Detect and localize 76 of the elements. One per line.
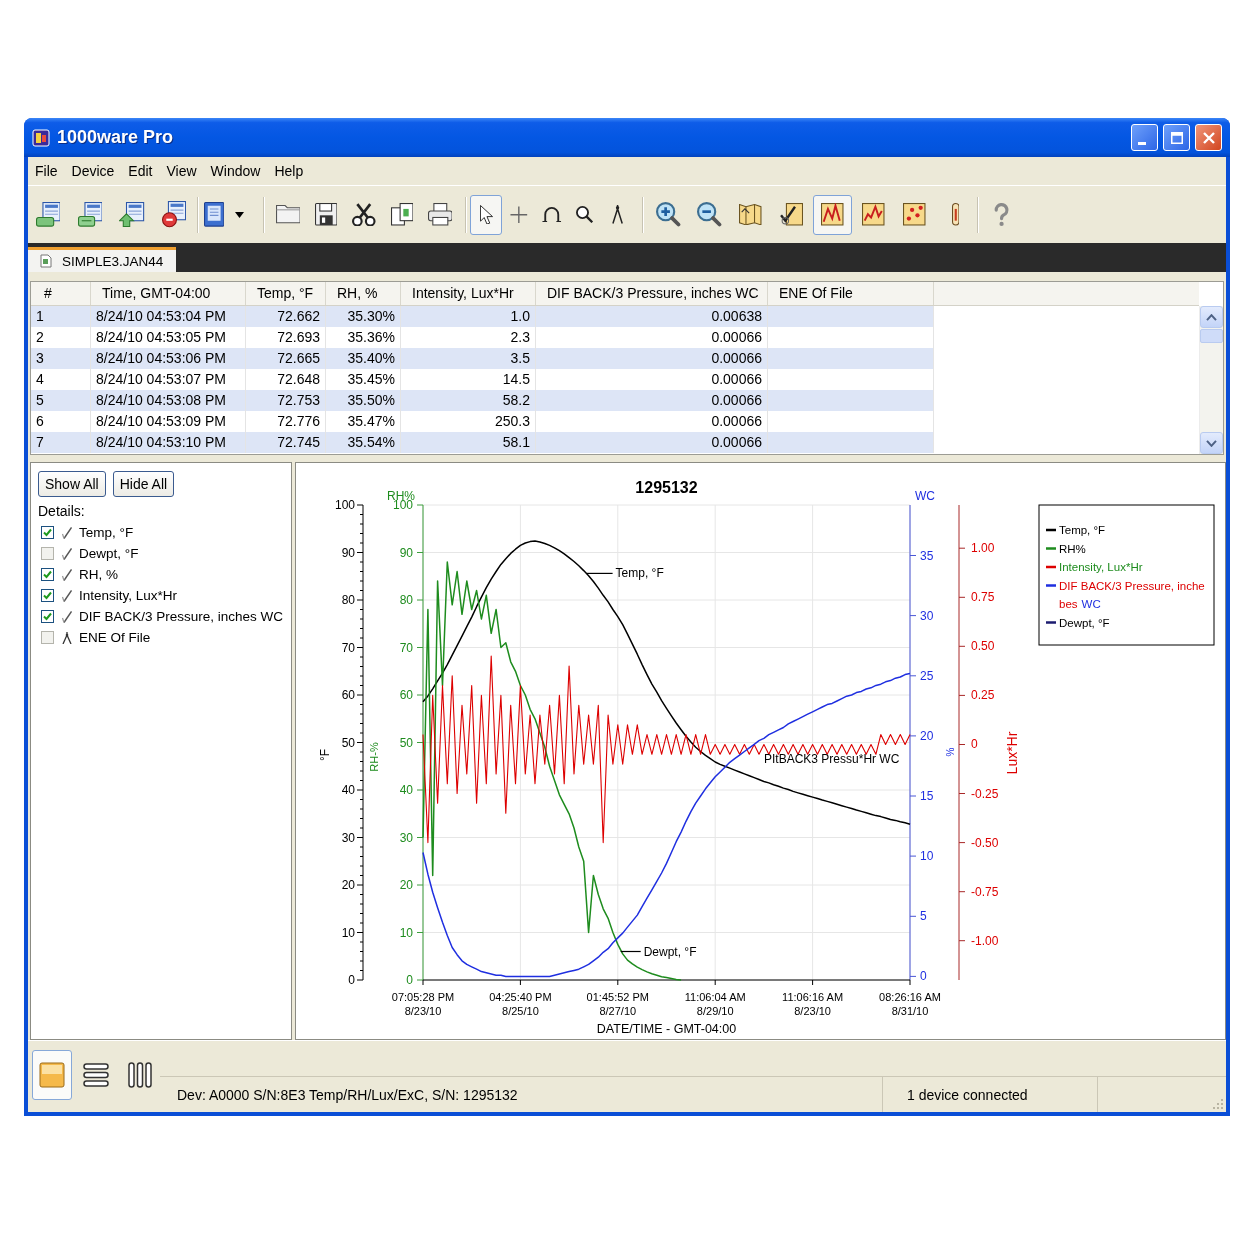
axis-tick-label: 80 bbox=[399, 593, 413, 607]
axis-tick-label: 40 bbox=[399, 783, 413, 797]
annotation-label: Dewpt, °F bbox=[643, 944, 697, 959]
axis-tick-label: -0.50 bbox=[971, 835, 999, 850]
axis-tick-label: 10 bbox=[341, 925, 355, 940]
axis-tick-label: 0 bbox=[971, 737, 978, 752]
axis-tick-label: 90 bbox=[341, 545, 355, 560]
legend-label: Dewpt, °F bbox=[1059, 616, 1110, 629]
axis-tick-label: 1.00 bbox=[971, 541, 995, 556]
axis-title: % bbox=[945, 747, 956, 757]
axis-tick-label: 10 bbox=[920, 849, 934, 864]
axis-tick-label: 0 bbox=[406, 973, 413, 987]
status-text: Dev: A0000 S/N:8E3 Temp/RH/Lux/ExC, S/N: 1295132 bbox=[177, 1086, 518, 1103]
axis-tick-label: 0.75 bbox=[971, 590, 995, 605]
table-cell: 35.54% bbox=[326, 432, 401, 453]
legend-label: Intensity, Lux*Hr bbox=[1059, 561, 1143, 573]
axis-tick-label: 0 bbox=[348, 973, 355, 987]
table-cell: 72.745 bbox=[246, 432, 326, 453]
axis-title: DATE/TIME - GMT-04:00 bbox=[596, 1022, 737, 1036]
axis-tick-label: 50 bbox=[341, 735, 355, 750]
table-cell: 8/24/10 04:53:10 PM bbox=[91, 432, 246, 453]
axis-title: Lux*Hr bbox=[1004, 731, 1020, 775]
checkbox-label: RH, % bbox=[79, 567, 118, 582]
axis-tick-label: -0.75 bbox=[971, 884, 999, 899]
axis-tick-label: -1.00 bbox=[971, 933, 999, 948]
axis-tick-label: 30 bbox=[399, 830, 413, 845]
axis-tick-label: 20 bbox=[399, 878, 413, 892]
axis-tick-label: 30 bbox=[920, 608, 934, 623]
axis-tick-label: 5 bbox=[920, 909, 927, 924]
axis-tick-label: 40 bbox=[341, 783, 355, 797]
chart-title: 1295132 bbox=[635, 479, 698, 496]
axis-tick-label: 25 bbox=[920, 668, 934, 683]
legend-label: bes WC bbox=[1059, 598, 1101, 610]
axis-tick-label: 90 bbox=[399, 545, 413, 560]
axis-tick-label: 15 bbox=[920, 789, 934, 803]
axis-tick-label: 30 bbox=[341, 830, 355, 845]
axis-tick-label: 80 bbox=[341, 593, 355, 607]
axis-tick-label: 35 bbox=[920, 548, 934, 563]
axis-tick-label: 70 bbox=[399, 640, 413, 655]
axis-tick-label: 20 bbox=[920, 728, 934, 743]
axis-tick-label: 11:06:04 AM 8/29/10 bbox=[684, 991, 746, 1017]
axis-tick-label: 0 bbox=[920, 969, 927, 984]
axis-tick-label: 08:26:16 AM 8/31/10 bbox=[879, 991, 941, 1017]
status-text: 1 device connected bbox=[907, 1086, 1028, 1103]
table-cell: 7 bbox=[31, 432, 91, 453]
axis-tick-label: 50 bbox=[399, 735, 413, 750]
window-title: 1000ware Pro bbox=[57, 127, 175, 148]
axis-title: RH-% bbox=[368, 742, 380, 772]
checkbox-label: Dewpt, °F bbox=[79, 546, 139, 561]
axis-tick-label: 01:45:52 PM 8/27/10 bbox=[586, 991, 649, 1017]
annotation-label: PItBACK3 Pressu*Hr WC bbox=[764, 752, 900, 766]
table-cell: 0.00066 bbox=[536, 432, 768, 453]
axis-tick-label: 70 bbox=[341, 640, 355, 655]
legend-label: DIF BACK/3 Pressure, inche bbox=[1059, 579, 1205, 592]
annotation-label: Temp, °F bbox=[615, 566, 664, 581]
axis-tick-label: 04:25:40 PM 8/25/10 bbox=[489, 991, 552, 1017]
axis-title: °F bbox=[318, 748, 332, 762]
axis-title: WC bbox=[915, 489, 935, 503]
axis-tick-label: 20 bbox=[341, 878, 355, 892]
axis-tick-label: 100 bbox=[334, 498, 355, 512]
axis-tick-label: 11:06:16 AM 8/23/10 bbox=[782, 991, 844, 1017]
checkbox-label: DIF BACK/3 Pressure, inches WC bbox=[79, 609, 284, 624]
axis-tick-label: -0.25 bbox=[971, 786, 999, 801]
axis-tick-label: 10 bbox=[399, 925, 413, 940]
details-heading: Details: bbox=[38, 503, 85, 519]
checkbox-label: ENE Of File bbox=[79, 630, 151, 645]
axis-tick-label: 60 bbox=[341, 688, 355, 702]
axis-tick-label: 60 bbox=[399, 688, 413, 702]
checkbox-label: Intensity, Lux*Hr bbox=[79, 588, 178, 603]
legend-label: Temp, °F bbox=[1059, 524, 1106, 536]
axis-tick-label: 0.25 bbox=[971, 688, 995, 703]
legend-label: RH% bbox=[1059, 542, 1086, 555]
axis-tick-label: 07:05:28 PM 8/23/10 bbox=[391, 991, 455, 1017]
table-cell: 58.1 bbox=[401, 432, 536, 453]
axis-tick-label: 0.50 bbox=[971, 639, 995, 654]
checkbox-label: Temp, °F bbox=[79, 525, 134, 540]
